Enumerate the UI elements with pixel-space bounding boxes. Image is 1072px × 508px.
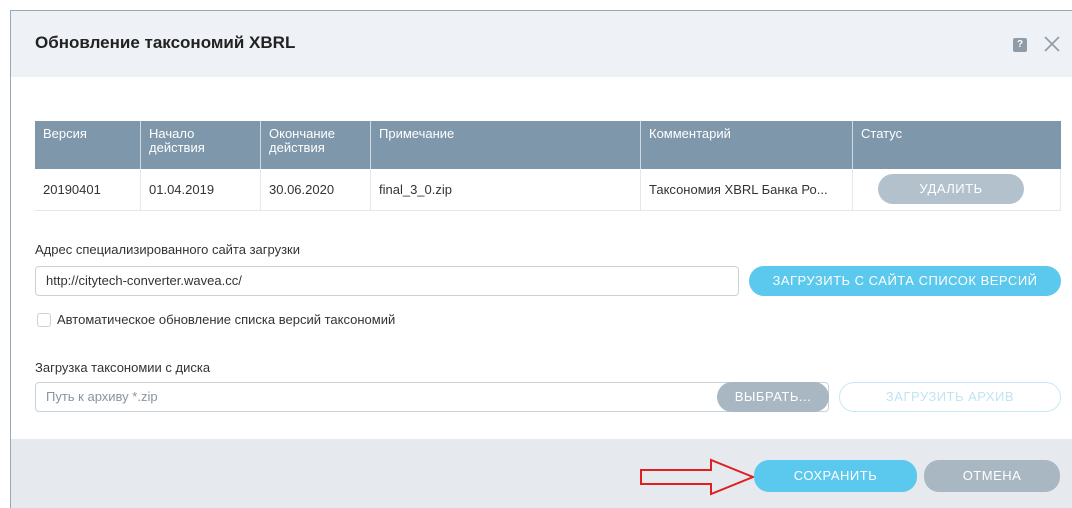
versions-table: Версия Начало действия Окончание действи… (35, 121, 1061, 211)
column-header-note: Примечание (371, 121, 641, 169)
site-address-label: Адрес специализированного сайта загрузки (35, 242, 301, 257)
auto-update-label: Автоматическое обновление списка версий … (57, 312, 396, 327)
load-versions-from-site-button[interactable]: ЗАГРУЗИТЬ С САЙТА СПИСОК ВЕРСИЙ (749, 266, 1061, 296)
site-url-input[interactable]: http://citytech-converter.wavea.cc/ (35, 266, 739, 296)
delete-button[interactable]: УДАЛИТЬ (878, 174, 1024, 204)
cell-start: 01.04.2019 (141, 169, 261, 210)
save-button[interactable]: СОХРАНИТЬ (754, 460, 917, 492)
annotation-arrow-icon (640, 458, 756, 496)
table-row[interactable]: 20190401 01.04.2019 30.06.2020 final_3_0… (35, 169, 1061, 211)
column-header-status: Статус (861, 126, 903, 141)
dialog-header: Обновление таксономий XBRL ? (11, 11, 1072, 77)
load-archive-button[interactable]: ЗАГРУЗИТЬ АРХИВ (839, 382, 1061, 412)
column-header-version: Версия (35, 121, 141, 169)
archive-path-input[interactable]: Путь к архиву *.zip (35, 382, 829, 412)
table-header: Версия Начало действия Окончание действи… (35, 121, 1061, 169)
cell-comment: Таксономия XBRL Банка Ро... (641, 169, 853, 210)
cell-note: final_3_0.zip (371, 169, 641, 210)
cell-version: 20190401 (35, 169, 141, 210)
cancel-button[interactable]: ОТМЕНА (924, 460, 1060, 492)
column-header-end: Окончание действия (261, 121, 371, 169)
help-icon[interactable]: ? (1013, 38, 1027, 52)
choose-file-button[interactable]: ВЫБРАТЬ... (717, 382, 829, 412)
disk-upload-label: Загрузка таксономии с диска (35, 360, 211, 375)
auto-update-checkbox[interactable] (37, 313, 51, 327)
taxonomy-update-dialog: Обновление таксономий XBRL ? Версия Нача… (10, 10, 1072, 508)
column-header-start: Начало действия (141, 121, 261, 169)
column-header-comment: Комментарий (641, 121, 853, 169)
dialog-title: Обновление таксономий XBRL (35, 33, 296, 52)
cell-end: 30.06.2020 (261, 169, 371, 210)
close-icon[interactable] (1041, 33, 1063, 55)
